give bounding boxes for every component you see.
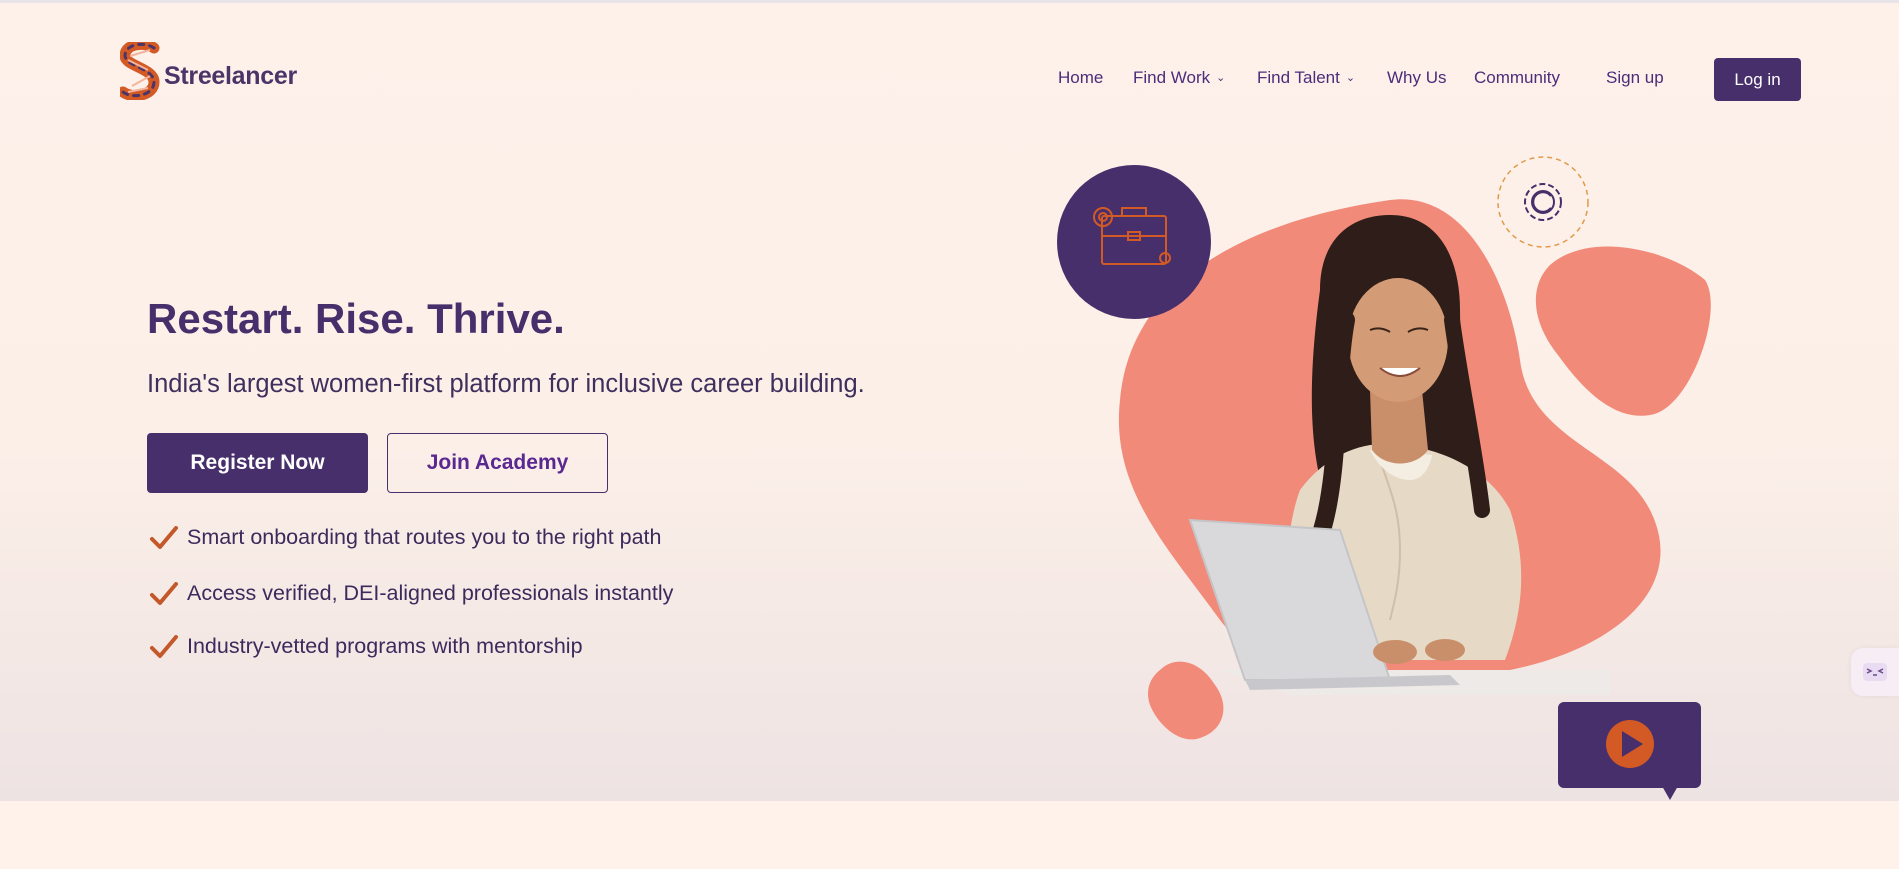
nav-find-work-label: Find Work: [1133, 68, 1211, 87]
chat-widget-button[interactable]: [1851, 648, 1899, 696]
coral-blob-bottom: [1148, 661, 1224, 740]
chat-widget-icon: [1863, 663, 1887, 681]
chevron-down-icon: ⌄: [1345, 71, 1356, 84]
check-icon: [150, 581, 178, 605]
nav-home[interactable]: Home: [1058, 68, 1103, 88]
register-now-button[interactable]: Register Now: [147, 433, 368, 493]
nav-community[interactable]: Community: [1474, 68, 1560, 88]
feature-text: Smart onboarding that routes you to the …: [187, 525, 662, 549]
hero-illustration: [1057, 156, 1711, 800]
signup-label: Sign up: [1606, 68, 1664, 87]
hero-title: Restart. Rise. Thrive.: [147, 295, 565, 342]
gear-badge: [1497, 156, 1589, 248]
video-play-button: [1558, 702, 1701, 800]
check-icon: [150, 525, 178, 549]
gear-icon: [1524, 183, 1562, 221]
nav-find-talent-label: Find Talent: [1257, 68, 1340, 87]
feature-item: Access verified, DEI-aligned professiona…: [150, 581, 673, 606]
signup-link[interactable]: Sign up: [1606, 68, 1664, 88]
join-academy-button[interactable]: Join Academy: [387, 433, 608, 493]
brand-name: Streelancer: [164, 61, 297, 90]
chevron-down-icon: ⌄: [1216, 71, 1226, 84]
nav-home-label: Home: [1058, 68, 1104, 87]
brand-logo[interactable]: Streelancer: [120, 42, 297, 100]
feature-item: Smart onboarding that routes you to the …: [150, 525, 662, 550]
next-section: [0, 801, 1899, 869]
feature-text: Industry-vetted programs with mentorship: [187, 634, 583, 658]
coral-blob-small: [1535, 246, 1711, 416]
feature-item: Industry-vetted programs with mentorship: [150, 634, 583, 659]
nav-community-label: Community: [1474, 68, 1560, 87]
nav-why-us[interactable]: Why Us: [1387, 68, 1447, 88]
check-icon: [150, 634, 178, 658]
briefcase-badge: [1057, 165, 1211, 319]
nav-why-us-label: Why Us: [1387, 68, 1447, 87]
logo-s-icon: [120, 42, 160, 100]
nav-find-work[interactable]: Find Work ⌄: [1133, 68, 1225, 88]
nav-find-talent[interactable]: Find Talent ⌄: [1257, 68, 1355, 88]
feature-text: Access verified, DEI-aligned professiona…: [187, 581, 674, 605]
hero-subtitle: India's largest women-first platform for…: [147, 370, 865, 398]
login-button[interactable]: Log in: [1714, 58, 1801, 101]
